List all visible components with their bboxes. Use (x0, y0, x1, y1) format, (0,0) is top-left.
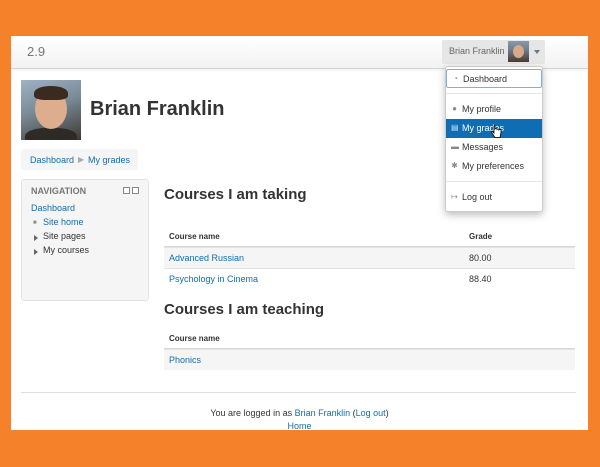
menu-item-dashboard[interactable]: ◔ Dashboard (446, 69, 542, 88)
dashboard-icon: ◔ (453, 74, 458, 83)
grades-icon: ▤ (451, 123, 459, 132)
grade-value: 80.00 (469, 253, 492, 263)
courses-teaching-heading: Courses I am teaching (164, 301, 325, 318)
dock-icon[interactable] (123, 187, 130, 194)
nav-dashboard-link[interactable]: Dashboard (31, 203, 75, 213)
footer-user-link[interactable]: Brian Franklin (295, 408, 351, 418)
teaching-col-course: Course name (169, 334, 220, 343)
navigation-title: NAVIGATION (31, 186, 87, 196)
collapse-icon[interactable] (132, 187, 139, 194)
menu-item-my-grades[interactable]: ▤ My grades (446, 119, 542, 138)
taking-col-grade: Grade (469, 232, 493, 241)
site-brand[interactable]: 2.9 (27, 44, 45, 59)
user-dropdown-menu: ◔ Dashboard ● My profile ▤ My grades ▬ M… (445, 66, 543, 212)
user-menu-name: Brian Franklin (449, 46, 505, 56)
footer-home-link[interactable]: Home (11, 421, 588, 430)
page-title: Brian Franklin (90, 98, 225, 120)
top-navbar: 2.9 Brian Franklin (11, 36, 588, 69)
navigation-block: NAVIGATION Dashboard ■ Site home Site pa… (21, 179, 149, 301)
table-row: Psychology in Cinema 88.40 (164, 268, 575, 289)
menu-item-messages[interactable]: ▬ Messages (446, 138, 542, 157)
table-row: Phonics (164, 349, 575, 370)
footer: You are logged in as Brian Franklin (Log… (11, 408, 588, 430)
breadcrumb-my-grades[interactable]: My grades (88, 155, 130, 165)
hand-cursor-icon (491, 125, 502, 138)
course-link[interactable]: Phonics (169, 355, 201, 365)
course-link[interactable]: Psychology in Cinema (169, 274, 258, 284)
user-icon: ● (452, 104, 457, 113)
grade-value: 88.40 (469, 274, 492, 284)
profile-avatar (21, 80, 81, 140)
breadcrumb: Dashboard ▶ My grades (21, 149, 138, 170)
breadcrumb-dashboard[interactable]: Dashboard (30, 155, 74, 165)
gear-icon: ✱ (451, 161, 458, 170)
footer-logout-link[interactable]: Log out (356, 408, 386, 418)
browser-window: 2.9 Brian Franklin Brian Franklin Dashbo… (11, 36, 588, 430)
menu-item-log-out[interactable]: ↦ Log out (446, 188, 542, 207)
bullet-icon: ■ (33, 220, 37, 226)
taking-col-course: Course name (169, 232, 220, 241)
caret-down-icon (534, 50, 540, 54)
breadcrumb-separator-icon: ▶ (78, 155, 85, 164)
table-row: Advanced Russian 80.00 (164, 247, 575, 268)
expand-triangle-icon[interactable] (34, 235, 38, 241)
user-avatar-small (508, 41, 529, 62)
nav-my-courses[interactable]: My courses (43, 245, 89, 255)
nav-site-pages[interactable]: Site pages (43, 231, 86, 241)
menu-item-my-preferences[interactable]: ✱ My preferences (446, 157, 542, 176)
course-link[interactable]: Advanced Russian (169, 253, 244, 263)
footer-logged-in-text: You are logged in as (210, 408, 293, 418)
logout-icon: ↦ (451, 192, 458, 201)
courses-taking-heading: Courses I am taking (164, 186, 307, 203)
nav-site-home[interactable]: Site home (43, 217, 84, 227)
user-menu-toggle[interactable]: Brian Franklin (442, 40, 545, 64)
expand-triangle-icon[interactable] (34, 249, 38, 255)
menu-item-my-profile[interactable]: ● My profile (446, 100, 542, 119)
message-icon: ▬ (451, 142, 459, 151)
